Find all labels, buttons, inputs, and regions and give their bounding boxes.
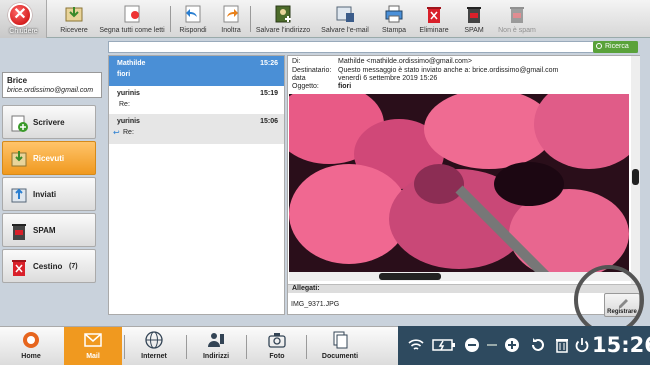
tab-contacts[interactable]: Indirizzi: [190, 327, 242, 365]
reply-button[interactable]: Rispondi: [172, 0, 214, 38]
tab-home[interactable]: Home: [10, 327, 52, 365]
subject: fiori: [338, 83, 352, 90]
not-spam-icon: [510, 7, 524, 23]
attachment-photo: [289, 94, 629, 272]
print-button[interactable]: Stampa: [374, 0, 414, 38]
save-attachment-button[interactable]: Registrare: [604, 293, 640, 317]
spam-icon: [12, 224, 26, 240]
sidebar-item-trash[interactable]: Cestino (7): [2, 249, 96, 283]
power-icon[interactable]: [574, 337, 590, 353]
search-input[interactable]: [108, 41, 638, 53]
scroll-thumb[interactable]: [632, 169, 639, 185]
toolbar-divider: [170, 6, 171, 32]
trash-icon: [427, 7, 441, 23]
account-box: Brice brice.ordissimo@gmail.com: [2, 72, 102, 98]
spam-icon: [467, 7, 481, 23]
delete-button[interactable]: Eliminare: [414, 0, 454, 38]
address-book-icon: [275, 5, 291, 23]
toolbar: ✕ Chiudere Ricevere Segna tutti come let…: [0, 0, 650, 38]
mark-all-read-button[interactable]: Segna tutti come letti: [96, 0, 168, 38]
close-icon: ✕: [8, 3, 32, 27]
inbox-icon: [11, 151, 27, 167]
spam-button[interactable]: SPAM: [456, 0, 492, 38]
close-button[interactable]: ✕ Chiudere: [0, 0, 47, 38]
home-icon: [23, 332, 39, 348]
globe-icon: [145, 331, 163, 349]
sent-icon: [11, 188, 27, 203]
taskbar-divider: [306, 335, 307, 359]
sender: Mathilde <mathilde.ordissimo@gmail.com>: [338, 58, 472, 65]
message-list: Mathilde 15:26 fiori yurinis 15:19 Re: y…: [108, 55, 285, 315]
mark-read-icon: [124, 5, 140, 23]
volume-down-icon[interactable]: [464, 337, 480, 353]
pen-icon: [619, 299, 628, 308]
attachments-header: Allegati:: [288, 284, 641, 293]
toolbar-divider: [250, 6, 251, 32]
contacts-icon: [208, 333, 224, 347]
printer-icon: [385, 5, 403, 23]
horizontal-scrollbar[interactable]: [289, 272, 631, 281]
sidebar-item-compose[interactable]: Scrivere: [2, 105, 96, 139]
tab-internet[interactable]: Internet: [128, 327, 180, 365]
trash-icon[interactable]: [554, 337, 570, 353]
sidebar-item-sent[interactable]: Inviati: [2, 177, 96, 211]
taskbar-divider: [246, 335, 247, 359]
documents-icon: [333, 331, 348, 349]
message-item[interactable]: yurinis 15:19 Re:: [109, 86, 284, 116]
wifi-icon[interactable]: [408, 337, 424, 353]
save-email-icon: [336, 6, 354, 22]
scroll-thumb[interactable]: [379, 273, 441, 280]
attachment-file[interactable]: IMG_9371.JPG: [291, 301, 339, 308]
receive-button[interactable]: Ricevere: [52, 0, 96, 38]
account-name: Brice: [7, 76, 28, 85]
search-icon: [596, 43, 602, 49]
message-header: Di: Mathilde <mathilde.ordissimo@gmail.co…: [292, 58, 559, 90]
rotate-icon[interactable]: [530, 337, 546, 353]
search-button[interactable]: Ricerca: [593, 41, 638, 53]
message-reader: Di: Mathilde <mathilde.ordissimo@gmail.co…: [287, 55, 641, 315]
forward-button[interactable]: Inoltra: [214, 0, 248, 38]
save-address-button[interactable]: Salvare l'indirizzo: [252, 0, 314, 38]
account-email: brice.ordissimo@gmail.com: [7, 87, 94, 94]
mail-icon: [84, 333, 102, 347]
clock: 15:26: [592, 333, 650, 357]
message-item[interactable]: yurinis 15:06 ↩ Re:: [109, 114, 284, 144]
trash-icon: [12, 260, 26, 276]
battery-icon[interactable]: [432, 337, 456, 353]
reply-icon: [185, 5, 201, 23]
sidebar-item-spam[interactable]: SPAM: [2, 213, 96, 247]
volume-bar: [486, 337, 498, 353]
message-item[interactable]: Mathilde 15:26 fiori: [109, 56, 284, 86]
tab-documents[interactable]: Documenti: [310, 327, 370, 365]
receive-icon: [65, 7, 83, 22]
replied-icon: ↩: [113, 128, 120, 137]
recipients: Questo messaggio è stato inviato anche a…: [338, 67, 559, 74]
tab-photos[interactable]: Foto: [252, 327, 302, 365]
date: venerdì 6 settembre 2019 15:26: [338, 75, 438, 82]
vertical-scrollbar[interactable]: [631, 56, 640, 284]
save-email-button[interactable]: Salvare l'e-mail: [318, 0, 372, 38]
taskbar-divider: [186, 335, 187, 359]
trash-count: (7): [69, 263, 78, 270]
taskbar-divider: [124, 335, 125, 359]
volume-up-icon[interactable]: [504, 337, 520, 353]
camera-icon: [268, 333, 286, 348]
status-area: 15:26: [398, 326, 650, 365]
sidebar-item-inbox[interactable]: Ricevuti: [2, 141, 96, 175]
not-spam-button[interactable]: Non è spam: [494, 0, 540, 38]
compose-icon: [11, 115, 28, 132]
forward-icon: [223, 5, 239, 23]
tab-mail[interactable]: Mail: [64, 327, 122, 365]
